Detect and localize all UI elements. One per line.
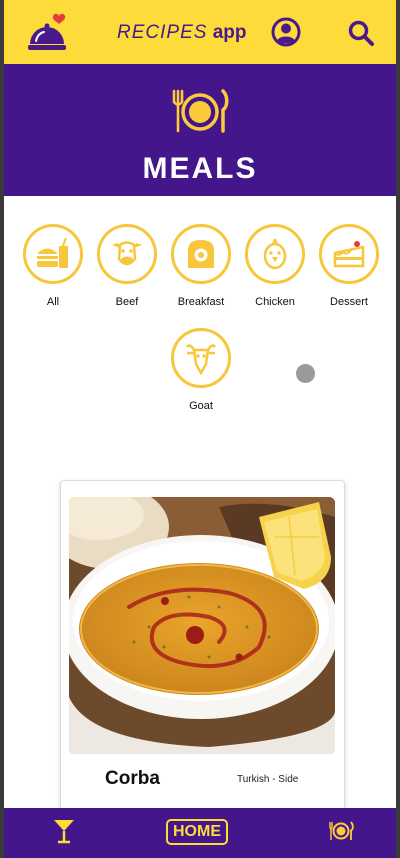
chick-icon [245, 224, 305, 284]
cloche-with-heart-icon[interactable] [26, 12, 68, 59]
plate-icon[interactable] [328, 820, 354, 847]
app-title: RECIPES app [117, 22, 247, 43]
cake-icon [319, 224, 379, 284]
recipe-card[interactable]: Corba Turkish - Side [60, 480, 345, 842]
category-goat[interactable]: Goat [164, 328, 238, 412]
plate-fork-knife-icon [170, 88, 230, 139]
burger-fries-drink-icon [23, 224, 83, 284]
profile-icon[interactable] [270, 16, 302, 53]
category-breakfast[interactable]: Breakfast [164, 224, 238, 308]
search-icon[interactable] [347, 19, 375, 52]
category-label: Beef [115, 296, 139, 308]
app-screen: RECIPES app MEALS All Beef Breakfast Chi… [4, 0, 396, 858]
recipe-tags: Turkish - Side [237, 774, 299, 785]
recipe-image [69, 497, 335, 754]
recipe-name: Corba [105, 768, 160, 789]
category-beef[interactable]: Beef [90, 224, 164, 308]
category-dessert[interactable]: Dessert [312, 224, 386, 308]
category-label: Goat [189, 400, 213, 412]
goat-icon [171, 328, 231, 388]
category-label: All [46, 296, 60, 308]
page-title: MEALS [142, 152, 258, 185]
category-chicken[interactable]: Chicken [238, 224, 312, 308]
meals-header: MEALS [4, 64, 396, 196]
loading-indicator [296, 364, 315, 383]
toast-egg-icon [171, 224, 231, 284]
cocktail-glass-icon[interactable] [52, 817, 76, 850]
category-label: Breakfast [177, 296, 225, 308]
category-label: Dessert [330, 296, 368, 308]
home-button[interactable]: HOME [166, 819, 228, 845]
top-bar: RECIPES app [4, 0, 396, 64]
category-all[interactable]: All [16, 224, 90, 308]
category-label: Chicken [255, 296, 295, 308]
bottom-nav: HOME [4, 808, 396, 858]
cow-icon [97, 224, 157, 284]
